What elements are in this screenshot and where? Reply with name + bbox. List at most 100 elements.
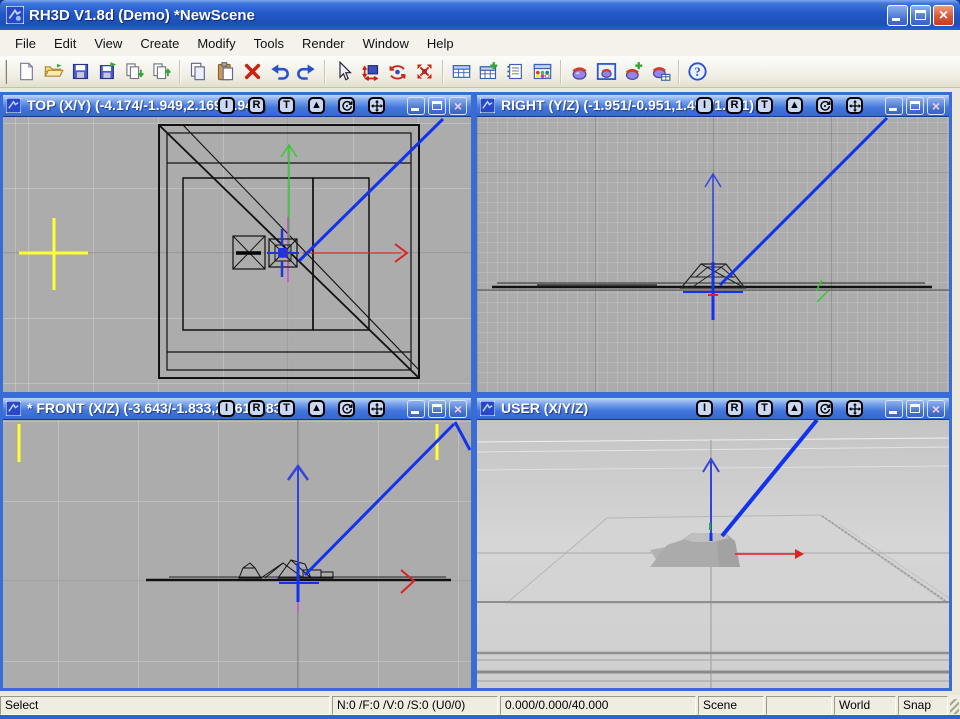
minimize-button[interactable] [887,5,908,26]
delete-button[interactable] [239,58,266,85]
resize-grip[interactable] [950,699,959,714]
menu-item-create[interactable]: Create [131,32,188,55]
scale-tool-icon [414,61,435,82]
rotate-view-button[interactable] [816,97,833,114]
viewport-maximize-button[interactable] [428,97,446,115]
viewport-user-canvas[interactable] [477,420,949,688]
select-button[interactable] [330,58,357,85]
viewport-icon [6,98,21,113]
paste-button[interactable] [212,58,239,85]
menu-item-view[interactable]: View [85,32,131,55]
redo-icon [296,61,317,82]
pan-view-button[interactable] [846,97,863,114]
render-view-button[interactable] [593,58,620,85]
pan-view-button[interactable] [368,400,385,417]
main-titlebar[interactable]: RH3D V1.8d (Demo) *NewScene × [0,0,960,30]
r-tool-button[interactable]: R [248,400,265,417]
table-button[interactable] [448,58,475,85]
close-icon: × [934,6,953,25]
i-tool-button[interactable]: I [218,400,235,417]
r-tool-button[interactable]: R [248,97,265,114]
help-icon: ? [687,61,708,82]
viewport-minimize-button[interactable] [407,97,425,115]
t-tool-button[interactable]: T [278,400,295,417]
rotate-tool-button[interactable] [384,58,411,85]
viewport-close-button[interactable]: × [927,97,945,115]
viewport-close-button[interactable]: × [927,400,945,418]
toolbar-grip[interactable] [5,60,10,84]
rotate-view-button[interactable] [338,97,355,114]
status-world: World [834,696,896,715]
main-window: RH3D V1.8d (Demo) *NewScene × FileEditVi… [0,0,960,719]
pan-view-button[interactable] [846,400,863,417]
t-tool-button[interactable]: T [756,97,773,114]
viewport-icon [480,401,495,416]
zoom-tool-button[interactable]: ▲ [786,97,803,114]
zoom-tool-button[interactable]: ▲ [786,400,803,417]
rotate-view-button[interactable] [816,400,833,417]
maximize-button[interactable] [910,5,931,26]
status-coordinates: 0.000/0.000/40.000 [500,696,696,715]
list-button[interactable] [502,58,529,85]
zoom-tool-button[interactable]: ▲ [308,400,325,417]
i-tool-button[interactable]: I [696,97,713,114]
table-add-button[interactable] [475,58,502,85]
status-scene: Scene [698,696,764,715]
move-tool-button[interactable] [357,58,384,85]
new-document-icon [16,61,37,82]
viewport-maximize-button[interactable] [428,400,446,418]
color-palette-button[interactable] [529,58,556,85]
menu-item-render[interactable]: Render [293,32,354,55]
viewport-right-titlebar[interactable]: RIGHT (Y/Z) (-1.951/-0.951,1.491/1.951) … [477,95,949,117]
render-add-button[interactable] [620,58,647,85]
open-folder-button[interactable] [40,58,67,85]
i-tool-button[interactable]: I [218,97,235,114]
viewport-front-canvas[interactable] [3,420,471,688]
menu-item-edit[interactable]: Edit [45,32,85,55]
new-document-button[interactable] [13,58,40,85]
menu-item-modify[interactable]: Modify [188,32,244,55]
r-tool-button[interactable]: R [726,400,743,417]
menu-item-window[interactable]: Window [354,32,418,55]
scale-tool-button[interactable] [411,58,438,85]
i-tool-button[interactable]: I [696,400,713,417]
copy-button[interactable] [185,58,212,85]
r-tool-button[interactable]: R [726,97,743,114]
help-button[interactable]: ? [684,58,711,85]
export-file-icon [151,61,172,82]
menu-item-file[interactable]: File [6,32,45,55]
viewport-minimize-button[interactable] [885,400,903,418]
undo-button[interactable] [266,58,293,85]
viewport-right-canvas[interactable] [477,117,949,392]
viewport-top-titlebar[interactable]: TOP (X/Y) (-4.174/-1.949,2.169/1.949) IR… [3,95,471,117]
save-button[interactable] [67,58,94,85]
viewport-front-titlebar[interactable]: * FRONT (X/Z) (-3.643/-1.833,2.361/1.833… [3,398,471,420]
menu-item-tools[interactable]: Tools [245,32,293,55]
redo-button[interactable] [293,58,320,85]
close-button[interactable]: × [933,5,954,26]
menu-item-help[interactable]: Help [418,32,463,55]
save-as-button[interactable] [94,58,121,85]
viewport-maximize-button[interactable] [906,97,924,115]
rotate-view-icon [341,403,353,415]
window-title: RH3D V1.8d (Demo) *NewScene [29,7,887,24]
viewport-close-button[interactable]: × [449,97,467,115]
import-file-button[interactable] [121,58,148,85]
t-tool-button[interactable]: T [278,97,295,114]
t-tool-button[interactable]: T [756,400,773,417]
pan-view-button[interactable] [368,97,385,114]
viewport-minimize-button[interactable] [885,97,903,115]
export-file-button[interactable] [148,58,175,85]
viewport-minimize-button[interactable] [407,400,425,418]
copy-icon [188,61,209,82]
viewport-top-canvas[interactable] [3,117,471,392]
viewport-maximize-button[interactable] [906,400,924,418]
render-material-button[interactable] [566,58,593,85]
zoom-tool-button[interactable]: ▲ [308,97,325,114]
viewport-user-titlebar[interactable]: USER (X/Y/Z) IRT▲ × [477,398,949,420]
rotate-view-icon [341,100,353,112]
pan-view-icon [371,100,383,112]
viewport-close-button[interactable]: × [449,400,467,418]
render-config-button[interactable] [647,58,674,85]
rotate-view-button[interactable] [338,400,355,417]
